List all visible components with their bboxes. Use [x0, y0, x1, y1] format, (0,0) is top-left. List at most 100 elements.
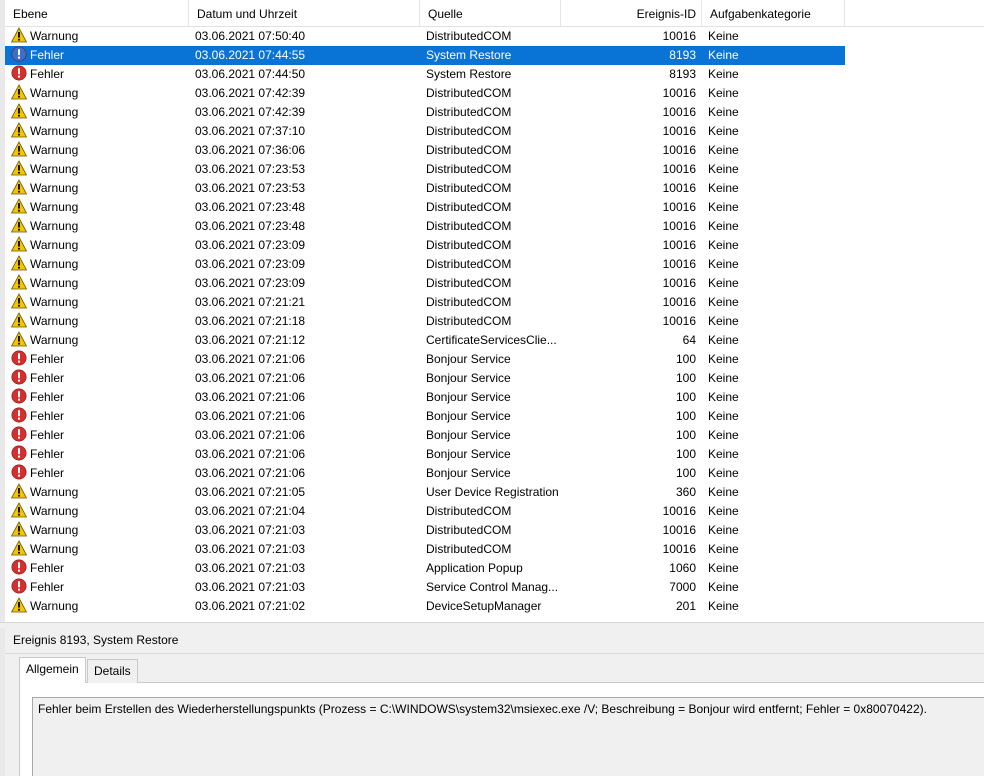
- warning-icon: [11, 103, 28, 119]
- warning-icon: [11, 312, 28, 328]
- cell-level: Warnung: [11, 255, 187, 274]
- cell-event-id: 360: [675, 485, 696, 499]
- level-label: Fehler: [30, 466, 65, 480]
- cell-source: DistributedCOM: [426, 504, 512, 518]
- cell-datetime: 03.06.2021 07:42:39: [195, 105, 306, 119]
- warning-icon: [11, 217, 28, 233]
- cell-category: Keine: [708, 561, 739, 575]
- cell-source: DistributedCOM: [426, 257, 512, 271]
- cell-event-id: 100: [675, 390, 696, 404]
- table-row[interactable]: Fehler 03.06.2021 07:21:06 Bonjour Service…: [5, 388, 845, 407]
- table-row[interactable]: Warnung 03.06.2021 07:21:21 DistributedCOM…: [5, 293, 845, 312]
- cell-datetime: 03.06.2021 07:21:04: [195, 504, 306, 518]
- column-header-level[interactable]: Ebene: [5, 0, 189, 27]
- table-row[interactable]: Warnung 03.06.2021 07:23:09 DistributedCOM…: [5, 255, 845, 274]
- table-row[interactable]: Warnung 03.06.2021 07:21:12 CertificateSer…: [5, 331, 845, 350]
- table-row[interactable]: Warnung 03.06.2021 07:21:02 DeviceSetupMan…: [5, 597, 845, 616]
- cell-source: Bonjour Service: [426, 447, 511, 461]
- events-grid[interactable]: Ebene Datum und Uhrzeit Quelle Ereignis-…: [0, 0, 984, 622]
- table-row[interactable]: Fehler 03.06.2021 07:21:06 Bonjour Service…: [5, 350, 845, 369]
- table-row[interactable]: Fehler 03.06.2021 07:21:03 Service Control…: [5, 578, 845, 597]
- cell-source: CertificateServicesClie...: [426, 333, 557, 347]
- tab-details[interactable]: Details: [87, 659, 138, 683]
- cell-datetime: 03.06.2021 07:50:40: [195, 29, 306, 43]
- level-label: Fehler: [30, 390, 65, 404]
- tab-general[interactable]: Allgemein: [19, 657, 86, 683]
- table-row[interactable]: Warnung 03.06.2021 07:21:05 User Device Re…: [5, 483, 845, 502]
- cell-level: Warnung: [11, 179, 187, 198]
- cell-category: Keine: [708, 599, 739, 613]
- cell-datetime: 03.06.2021 07:21:06: [195, 352, 306, 366]
- cell-event-id: 64: [682, 333, 696, 347]
- table-row[interactable]: Warnung 03.06.2021 07:42:39 DistributedCOM…: [5, 103, 845, 122]
- warning-icon: [11, 597, 28, 613]
- error-icon: [11, 350, 27, 366]
- cell-level: Warnung: [11, 84, 187, 103]
- cell-event-id: 10016: [662, 181, 696, 195]
- event-description-box[interactable]: Fehler beim Erstellen des Wiederherstell…: [32, 697, 984, 776]
- cell-category: Keine: [708, 428, 739, 442]
- cell-source: Bonjour Service: [426, 466, 511, 480]
- level-label: Warnung: [30, 599, 79, 613]
- table-row[interactable]: Warnung 03.06.2021 07:21:04 DistributedCOM…: [5, 502, 845, 521]
- table-row[interactable]: Warnung 03.06.2021 07:23:09 DistributedCOM…: [5, 236, 845, 255]
- level-label: Warnung: [30, 200, 79, 214]
- table-row-selected[interactable]: Fehler 03.06.2021 07:44:55 System Restore 8…: [5, 46, 845, 65]
- cell-category: Keine: [708, 143, 739, 157]
- table-row[interactable]: Warnung 03.06.2021 07:23:48 DistributedCOM…: [5, 217, 845, 236]
- table-row[interactable]: Warnung 03.06.2021 07:23:53 DistributedCOM…: [5, 179, 845, 198]
- table-row[interactable]: Fehler 03.06.2021 07:21:06 Bonjour Service…: [5, 445, 845, 464]
- cell-category: Keine: [708, 504, 739, 518]
- warning-icon: [11, 521, 28, 537]
- level-label: Warnung: [30, 162, 79, 176]
- table-row[interactable]: Warnung 03.06.2021 07:36:06 DistributedCOM…: [5, 141, 845, 160]
- error-icon: [11, 559, 27, 575]
- table-row[interactable]: Warnung 03.06.2021 07:21:03 DistributedCOM…: [5, 521, 845, 540]
- cell-category: Keine: [708, 485, 739, 499]
- warning-icon: [11, 540, 28, 556]
- cell-level: Warnung: [11, 483, 187, 502]
- table-row[interactable]: Fehler 03.06.2021 07:21:06 Bonjour Service…: [5, 407, 845, 426]
- table-row[interactable]: Warnung 03.06.2021 07:21:03 DistributedCOM…: [5, 540, 845, 559]
- cell-datetime: 03.06.2021 07:21:06: [195, 371, 306, 385]
- cell-category: Keine: [708, 219, 739, 233]
- cell-level: Warnung: [11, 540, 187, 559]
- cell-event-id: 10016: [662, 257, 696, 271]
- level-label: Warnung: [30, 29, 79, 43]
- table-row[interactable]: Warnung 03.06.2021 07:23:53 DistributedCOM…: [5, 160, 845, 179]
- cell-datetime: 03.06.2021 07:21:06: [195, 390, 306, 404]
- table-row[interactable]: Warnung 03.06.2021 07:21:18 DistributedCOM…: [5, 312, 845, 331]
- table-row[interactable]: Warnung 03.06.2021 07:23:09 DistributedCOM…: [5, 274, 845, 293]
- table-row[interactable]: Fehler 03.06.2021 07:21:03 Application Pop…: [5, 559, 845, 578]
- cell-source: DistributedCOM: [426, 181, 512, 195]
- cell-level: Fehler: [11, 350, 187, 369]
- error-icon: [11, 464, 27, 480]
- cell-category: Keine: [708, 48, 739, 62]
- cell-source: DeviceSetupManager: [426, 599, 542, 613]
- column-header-datetime[interactable]: Datum und Uhrzeit: [189, 0, 420, 27]
- cell-source: System Restore: [426, 48, 512, 62]
- warning-icon: [11, 27, 28, 43]
- cell-level: Warnung: [11, 521, 187, 540]
- column-header-event-id[interactable]: Ereignis-ID: [561, 0, 702, 27]
- table-row[interactable]: Warnung 03.06.2021 07:37:10 DistributedCOM…: [5, 122, 845, 141]
- cell-category: Keine: [708, 257, 739, 271]
- level-label: Warnung: [30, 542, 79, 556]
- cell-event-id: 10016: [662, 238, 696, 252]
- cell-event-id: 10016: [662, 295, 696, 309]
- table-row[interactable]: Fehler 03.06.2021 07:44:50 System Restore 8…: [5, 65, 845, 84]
- table-row[interactable]: Fehler 03.06.2021 07:21:06 Bonjour Service…: [5, 369, 845, 388]
- cell-level: Warnung: [11, 312, 187, 331]
- table-row[interactable]: Fehler 03.06.2021 07:21:06 Bonjour Service…: [5, 426, 845, 445]
- column-header-source[interactable]: Quelle: [420, 0, 561, 27]
- table-row[interactable]: Warnung 03.06.2021 07:42:39 DistributedCOM…: [5, 84, 845, 103]
- table-row[interactable]: Warnung 03.06.2021 07:50:40 DistributedCOM…: [5, 27, 845, 46]
- table-row[interactable]: Fehler 03.06.2021 07:21:06 Bonjour Service…: [5, 464, 845, 483]
- column-header-category[interactable]: Aufgabenkategorie: [702, 0, 845, 27]
- cell-category: Keine: [708, 238, 739, 252]
- error-icon: [11, 46, 27, 62]
- cell-datetime: 03.06.2021 07:21:03: [195, 580, 306, 594]
- error-icon: [11, 65, 27, 81]
- cell-source: DistributedCOM: [426, 200, 512, 214]
- table-row[interactable]: Warnung 03.06.2021 07:23:48 DistributedCOM…: [5, 198, 845, 217]
